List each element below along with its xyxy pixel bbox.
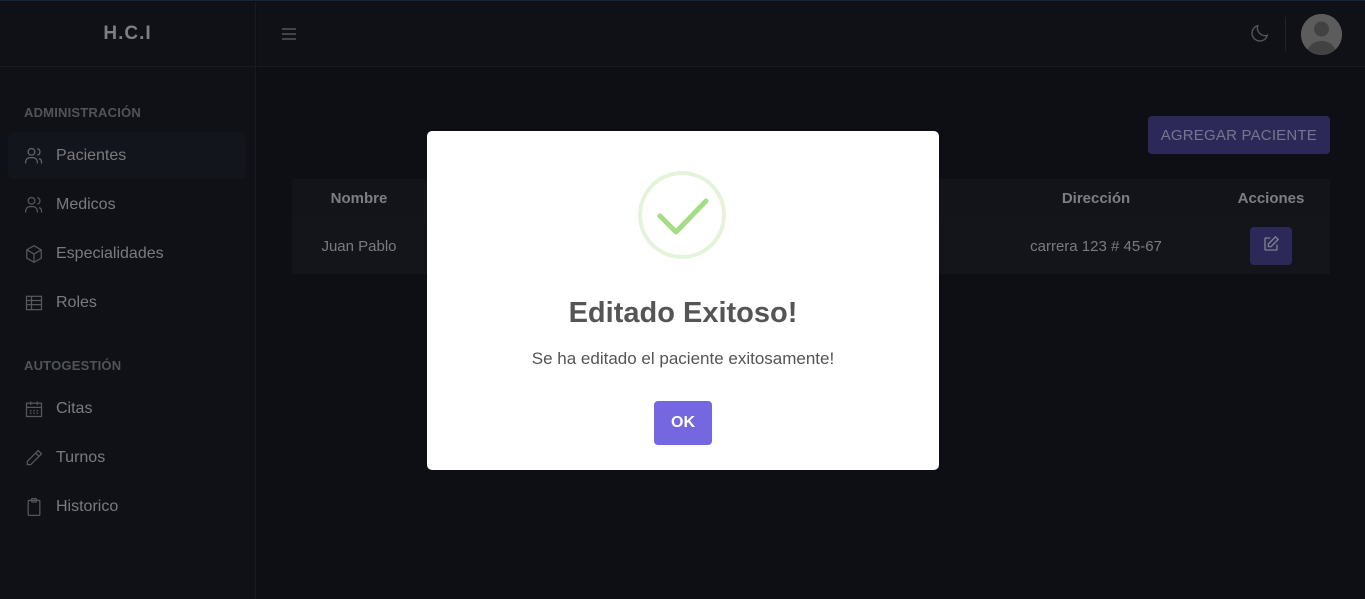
ok-button[interactable]: OK [654, 401, 712, 445]
success-check-icon [638, 171, 726, 259]
dialog-title: Editado Exitoso! [568, 297, 798, 329]
dialog-message: Se ha editado el paciente exitosamente! [531, 349, 835, 368]
success-dialog: Editado Exitoso! Se ha editado el pacien… [427, 131, 939, 470]
